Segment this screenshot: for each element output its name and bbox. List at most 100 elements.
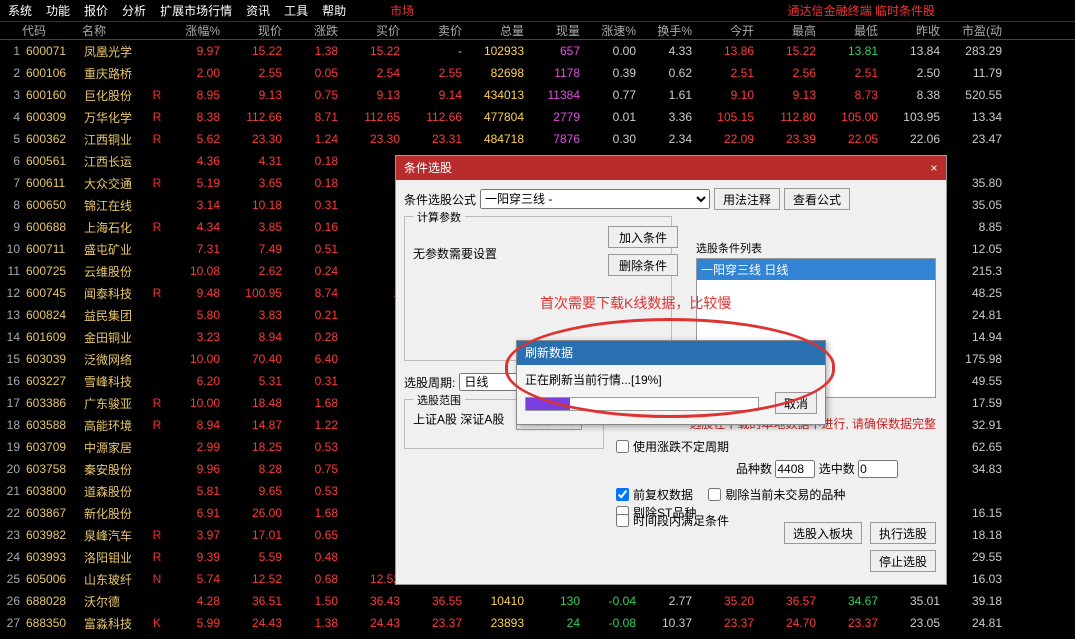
pct-change: 2.99	[164, 440, 220, 454]
delete-condition-button[interactable]: 删除条件	[608, 254, 678, 276]
price: 12.52	[220, 572, 282, 586]
price: 8.94	[220, 330, 282, 344]
row-index: 24	[0, 550, 22, 564]
menu-item[interactable]: 工具	[284, 2, 308, 19]
market-tab[interactable]: 市场	[390, 2, 414, 19]
cb-qfq[interactable]: 前复权数据	[616, 486, 693, 503]
row-index: 2	[0, 66, 22, 80]
stock-name: 大众交通	[82, 175, 150, 192]
run-select-button[interactable]: 执行选股	[870, 522, 936, 544]
menu-item[interactable]: 报价	[84, 2, 108, 19]
table-row[interactable]: 1600071凤凰光学9.9715.221.3815.22-1029336570…	[0, 40, 1075, 62]
speed: 0.30	[580, 132, 636, 146]
open: 35.20	[692, 594, 754, 608]
column-header[interactable]: 市盈(动	[940, 22, 1002, 39]
column-header[interactable]: 代码	[22, 22, 82, 39]
stock-name: 高能环境	[82, 417, 150, 434]
table-row[interactable]: 26688028沃尔德4.2836.511.5036.4336.55104101…	[0, 590, 1075, 612]
menu-item[interactable]: 功能	[46, 2, 70, 19]
bid: 12.52	[338, 572, 400, 586]
stock-name: 洛阳钼业	[82, 549, 150, 566]
column-header[interactable]: 最高	[754, 22, 816, 39]
table-row[interactable]: 4600309万华化学R8.38112.668.71112.65112.6647…	[0, 106, 1075, 128]
column-header[interactable]: 现价	[220, 22, 282, 39]
column-header[interactable]: 卖价	[400, 22, 462, 39]
table-row[interactable]: 5600362江西铜业R5.6223.301.2423.3023.3148471…	[0, 128, 1075, 150]
volume: 434013	[462, 88, 524, 102]
list-item[interactable]: 一阳穿三线 日线	[697, 259, 935, 280]
price: 70.40	[220, 352, 282, 366]
menu-item[interactable]: 系统	[8, 2, 32, 19]
high: 23.39	[754, 132, 816, 146]
usage-button[interactable]: 用法注释	[714, 188, 780, 210]
menu-item[interactable]: 扩展市场行情	[160, 2, 232, 19]
column-header[interactable]: 换手%	[636, 22, 692, 39]
to-block-button[interactable]: 选股入板块	[784, 522, 862, 544]
stock-code: 603982	[22, 528, 82, 542]
price: 8.28	[220, 462, 282, 476]
column-header[interactable]: 买价	[338, 22, 400, 39]
price: 4.31	[220, 154, 282, 168]
pe-ratio: 48.25	[940, 286, 1002, 300]
bid: 15.22	[338, 44, 400, 58]
high: 2.56	[754, 66, 816, 80]
cb-time-range[interactable]: 时间段内满足条件	[616, 512, 729, 529]
view-formula-button[interactable]: 查看公式	[784, 188, 850, 210]
column-header[interactable]: 名称	[82, 22, 150, 39]
pe-ratio: 35.05	[940, 198, 1002, 212]
column-header[interactable]: 今开	[692, 22, 754, 39]
row-index: 18	[0, 418, 22, 432]
row-index: 14	[0, 330, 22, 344]
table-row[interactable]: 3600160巨化股份R8.959.130.759.139.1443401311…	[0, 84, 1075, 106]
close-icon[interactable]: ×	[922, 156, 946, 180]
ask: 2.55	[400, 66, 462, 80]
row-index: 12	[0, 286, 22, 300]
row-index: 8	[0, 198, 22, 212]
cb-exclude-nontrading[interactable]: 剔除当前未交易的品种	[708, 486, 845, 503]
column-header[interactable]: 总量	[462, 22, 524, 39]
menu-item[interactable]: 分析	[122, 2, 146, 19]
menu-item[interactable]: 资讯	[246, 2, 270, 19]
stock-name: 锦江在线	[82, 197, 150, 214]
bid: 2.54	[338, 66, 400, 80]
column-header[interactable]: 涨幅%	[164, 22, 220, 39]
formula-select[interactable]: 一阳穿三线 -	[480, 189, 710, 209]
price: 36.51	[220, 594, 282, 608]
cb-no-period[interactable]: 使用涨跌不定周期	[616, 438, 729, 455]
now-vol: 7876	[524, 132, 580, 146]
pe-ratio: 24.81	[940, 308, 1002, 322]
stock-flag: R	[150, 88, 164, 102]
column-header[interactable]: 昨收	[878, 22, 940, 39]
pct-change: 4.28	[164, 594, 220, 608]
row-index: 26	[0, 594, 22, 608]
change: 0.75	[282, 462, 338, 476]
menu-item[interactable]: 帮助	[322, 2, 346, 19]
price: 18.25	[220, 440, 282, 454]
column-header[interactable]: 涨跌	[282, 22, 338, 39]
column-header[interactable]: 最低	[816, 22, 878, 39]
now-vol: 24	[524, 616, 580, 630]
high: 36.57	[754, 594, 816, 608]
pct-change: 6.20	[164, 374, 220, 388]
ask: -	[400, 44, 462, 58]
pct-change: 5.99	[164, 616, 220, 630]
scope-legend: 选股范围	[413, 392, 465, 408]
pct-change: 3.23	[164, 330, 220, 344]
pct-change: 3.14	[164, 198, 220, 212]
pe-ratio: 49.55	[940, 374, 1002, 388]
column-header[interactable]: 涨速%	[580, 22, 636, 39]
pct-change: 9.97	[164, 44, 220, 58]
pct-change: 8.94	[164, 418, 220, 432]
table-row[interactable]: 2600106重庆路桥2.002.550.052.542.55826981178…	[0, 62, 1075, 84]
row-index: 3	[0, 88, 22, 102]
app-brand: 通达信金融终端 临时条件股	[788, 2, 935, 19]
add-condition-button[interactable]: 加入条件	[608, 226, 678, 248]
table-row[interactable]: 27688350富淼科技K5.9924.431.3824.4323.372389…	[0, 612, 1075, 634]
stock-name: 广东骏亚	[82, 395, 150, 412]
column-header[interactable]: 现量	[524, 22, 580, 39]
stock-code: 600362	[22, 132, 82, 146]
row-index: 1	[0, 44, 22, 58]
open: 2.51	[692, 66, 754, 80]
stock-name: 中源家居	[82, 439, 150, 456]
stop-select-button[interactable]: 停止选股	[870, 550, 936, 572]
